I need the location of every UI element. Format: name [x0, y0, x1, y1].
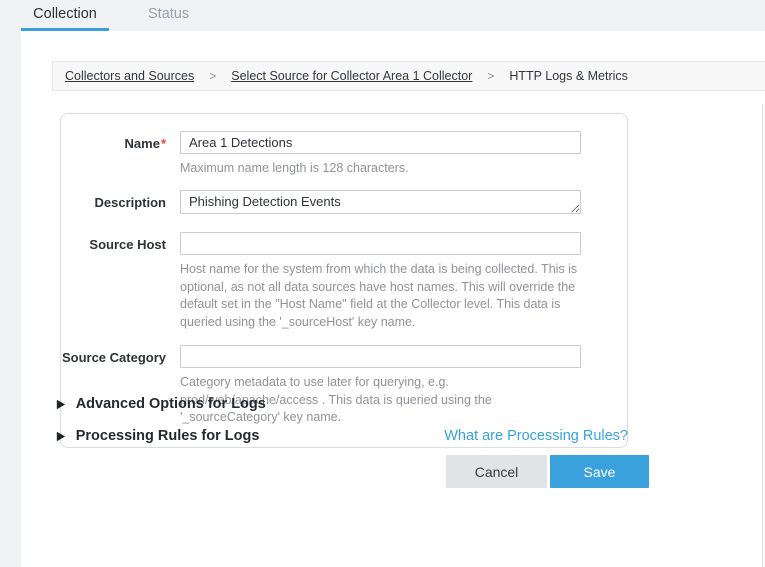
tab-collection[interactable]: Collection — [21, 0, 109, 31]
description-label: Description — [61, 190, 166, 211]
source-category-label: Source Category — [61, 345, 166, 366]
advanced-options-label: Advanced Options for Logs — [76, 396, 266, 412]
scrollbar-track[interactable] — [762, 104, 763, 567]
source-config-page: { "tabs": { "collection": "Collection", … — [0, 0, 765, 567]
processing-rules-row: ▶ Processing Rules for Logs What are Pro… — [57, 428, 628, 444]
name-input[interactable] — [180, 131, 581, 154]
cancel-button[interactable]: Cancel — [446, 455, 547, 488]
main-content: Collectors and Sources > Select Source f… — [21, 31, 765, 567]
tab-status[interactable]: Status — [138, 0, 199, 31]
name-label-text: Name — [125, 136, 160, 151]
description-field-row: Description Phishing Detection Events — [61, 190, 627, 219]
form-actions: Cancel Save — [446, 455, 649, 488]
what-are-processing-rules-link[interactable]: What are Processing Rules? — [444, 428, 628, 444]
chevron-right-icon: > — [487, 69, 494, 83]
advanced-options-row: ▶ Advanced Options for Logs — [57, 396, 628, 412]
source-host-field-row: Source Host Host name for the system fro… — [61, 232, 627, 332]
breadcrumb-current-page: HTTP Logs & Metrics — [509, 69, 628, 83]
name-help-text: Maximum name length is 128 characters. — [180, 160, 579, 178]
processing-rules-label: Processing Rules for Logs — [76, 428, 260, 444]
name-label: Name* — [61, 131, 166, 152]
breadcrumb-collectors-and-sources[interactable]: Collectors and Sources — [65, 69, 194, 83]
expand-arrow-icon[interactable]: ▶ — [57, 430, 65, 443]
chevron-right-icon: > — [209, 69, 216, 83]
processing-rules-toggle[interactable]: ▶ Processing Rules for Logs — [57, 428, 259, 444]
source-category-field-row: Source Category Category metadata to use… — [61, 345, 627, 427]
source-host-input[interactable] — [180, 232, 581, 255]
tab-bar: Collection Status — [0, 0, 765, 31]
breadcrumb: Collectors and Sources > Select Source f… — [52, 61, 765, 91]
source-host-help-text: Host name for the system from which the … — [180, 261, 579, 332]
advanced-options-toggle[interactable]: ▶ Advanced Options for Logs — [57, 396, 266, 412]
source-host-label: Source Host — [61, 232, 166, 253]
save-button[interactable]: Save — [550, 455, 649, 488]
required-asterisk: * — [161, 136, 166, 151]
name-field-row: Name* Maximum name length is 128 charact… — [61, 131, 627, 178]
source-category-input[interactable] — [180, 345, 581, 368]
description-textarea[interactable]: Phishing Detection Events — [180, 190, 581, 214]
expand-arrow-icon[interactable]: ▶ — [57, 398, 65, 411]
breadcrumb-select-source[interactable]: Select Source for Collector Area 1 Colle… — [231, 69, 472, 83]
